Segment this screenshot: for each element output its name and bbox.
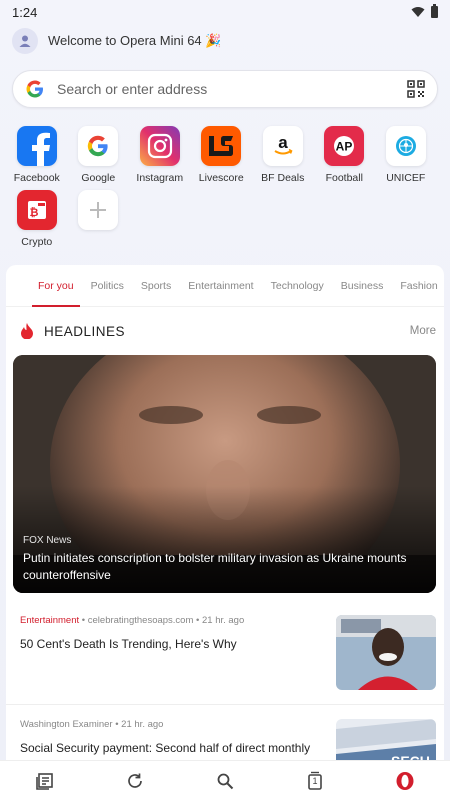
speed-dial-google[interactable]: Google xyxy=(68,126,130,184)
speed-dial-football[interactable]: AP Football xyxy=(314,126,376,184)
profile-avatar-icon[interactable] xyxy=(12,28,38,54)
crypto-news-icon[interactable]: ₿ xyxy=(16,190,57,230)
svg-text:AP: AP xyxy=(336,140,353,154)
reload-button[interactable] xyxy=(123,769,147,793)
speed-dial-label: Instagram xyxy=(136,172,184,184)
article-meta: Entertainment • celebratingthesoaps.com … xyxy=(20,615,328,626)
svg-text:SECU: SECU xyxy=(391,753,430,760)
article-source-time: Washington Examiner • 21 hr. ago xyxy=(20,719,164,730)
battery-icon xyxy=(431,4,438,18)
tab-sports[interactable]: Sports xyxy=(141,265,171,307)
welcome-banner[interactable]: Welcome to Opera Mini 64 🎉 xyxy=(0,24,450,58)
football-icon[interactable]: AP xyxy=(324,126,365,166)
tab-for-you[interactable]: For you xyxy=(32,265,80,307)
speed-dial-grid: Facebook Google Instagram Livescore a BF… xyxy=(0,126,450,248)
status-icons xyxy=(411,4,438,18)
search-icon xyxy=(217,773,234,789)
headlines-header: HEADLINES More xyxy=(6,307,444,355)
article-thumbnail[interactable] xyxy=(336,615,436,690)
article-title[interactable]: 50 Cent's Death Is Trending, Here's Why xyxy=(20,636,328,653)
instagram-icon[interactable] xyxy=(139,126,180,166)
qr-scanner-icon[interactable] xyxy=(407,80,425,98)
reload-icon xyxy=(128,773,142,788)
article-item[interactable]: Entertainment • celebratingthesoaps.com … xyxy=(6,601,444,704)
add-speed-dial-button[interactable] xyxy=(68,190,130,248)
address-search-bar[interactable] xyxy=(12,70,438,108)
category-tabs: For you Politics Sports Entertainment Te… xyxy=(6,265,444,307)
speed-dial-livescore[interactable]: Livescore xyxy=(191,126,253,184)
tab-fashion[interactable]: Fashion xyxy=(400,265,437,307)
speed-dial-instagram[interactable]: Instagram xyxy=(129,126,191,184)
news-icon xyxy=(36,772,53,790)
add-icon[interactable] xyxy=(78,190,119,230)
speed-dial-bf-deals[interactable]: a BF Deals xyxy=(252,126,314,184)
article-meta: Washington Examiner • 21 hr. ago xyxy=(20,719,328,730)
tab-entertainment[interactable]: Entertainment xyxy=(188,265,253,307)
hero-source: FOX News xyxy=(23,535,72,546)
opera-logo-icon xyxy=(396,771,414,790)
hero-article[interactable]: FOX News Putin initiates conscription to… xyxy=(13,355,436,593)
tabs-button[interactable]: 1 xyxy=(303,769,327,793)
speed-dial-label: BF Deals xyxy=(261,172,305,184)
tabs-count: 1 xyxy=(312,775,318,786)
article-body: Entertainment • celebratingthesoaps.com … xyxy=(20,615,336,690)
welcome-text: Welcome to Opera Mini 64 🎉 xyxy=(48,33,222,48)
search-button[interactable] xyxy=(213,769,237,793)
status-time: 1:24 xyxy=(12,4,38,20)
more-headlines-link[interactable]: More xyxy=(410,325,436,337)
speed-dial-label: Football xyxy=(325,172,363,184)
article-source-time: • celebratingthesoaps.com • 21 hr. ago xyxy=(79,615,245,626)
wifi-icon xyxy=(411,7,425,17)
speed-dial-label: Facebook xyxy=(13,172,60,184)
speed-dial-label: Google xyxy=(81,172,116,184)
headlines-title: HEADLINES xyxy=(44,323,126,339)
hero-title[interactable]: Putin initiates conscription to bolster … xyxy=(23,550,426,584)
amazon-icon[interactable]: a xyxy=(262,126,303,166)
speed-dial-unicef[interactable]: UNICEF xyxy=(375,126,437,184)
article-title[interactable]: Social Security payment: Second half of … xyxy=(20,740,328,760)
bottom-navigation: 1 xyxy=(0,760,450,800)
livescore-icon[interactable] xyxy=(201,126,242,166)
speed-dial-crypto[interactable]: ₿ Crypto xyxy=(6,190,68,248)
google-icon[interactable] xyxy=(78,126,119,166)
speed-dial-label: Livescore xyxy=(198,172,244,184)
tab-politics[interactable]: Politics xyxy=(91,265,124,307)
status-bar: 1:24 xyxy=(0,0,450,24)
article-thumbnail[interactable]: SECU xyxy=(336,719,436,760)
hero-caption: FOX News Putin initiates conscription to… xyxy=(23,535,426,584)
news-feed-button[interactable] xyxy=(33,769,57,793)
speed-dial-label: UNICEF xyxy=(386,172,426,184)
article-body: Washington Examiner • 21 hr. ago Social … xyxy=(20,719,336,760)
facebook-icon[interactable] xyxy=(16,126,57,166)
flame-icon xyxy=(21,323,33,339)
unicef-icon[interactable] xyxy=(385,126,426,166)
article-item[interactable]: Washington Examiner • 21 hr. ago Social … xyxy=(6,704,444,760)
article-category[interactable]: Entertainment xyxy=(20,615,79,626)
svg-text:a: a xyxy=(278,133,288,152)
opera-menu-button[interactable] xyxy=(393,769,417,793)
speed-dial-facebook[interactable]: Facebook xyxy=(6,126,68,184)
search-input[interactable] xyxy=(57,81,407,97)
news-feed: For you Politics Sports Entertainment Te… xyxy=(6,265,444,760)
svg-text:₿: ₿ xyxy=(29,207,38,219)
speed-dial-label: Crypto xyxy=(21,236,53,248)
google-g-icon xyxy=(26,80,43,98)
tab-technology[interactable]: Technology xyxy=(271,265,324,307)
tab-business[interactable]: Business xyxy=(341,265,384,307)
